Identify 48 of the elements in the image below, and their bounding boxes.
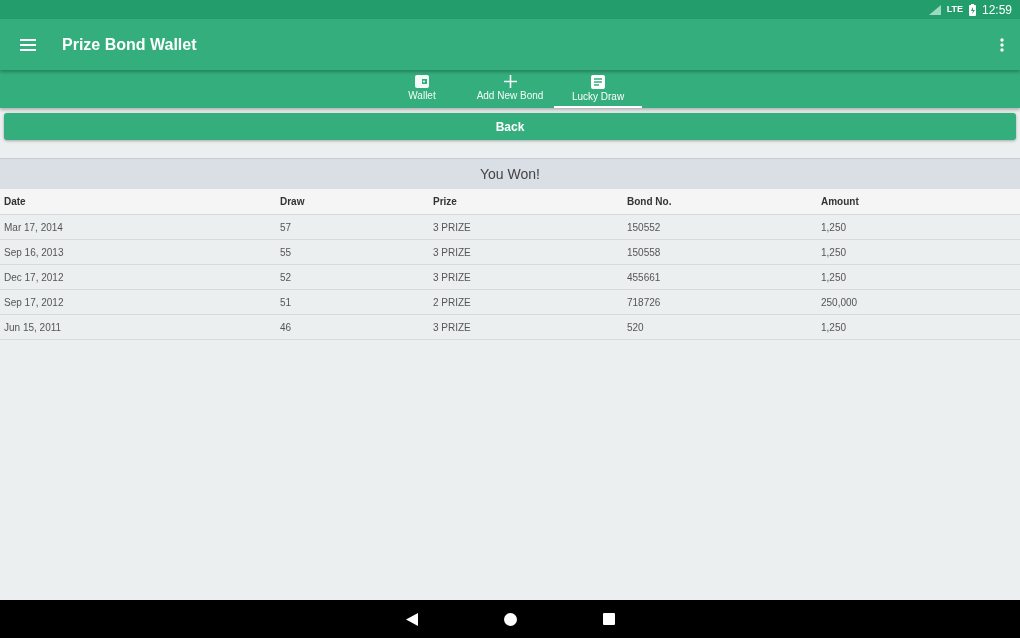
table-cell-text: 52 xyxy=(280,271,293,283)
table-cell-text: 2 PRIZE xyxy=(433,296,472,308)
more-options-icon[interactable] xyxy=(1000,37,1004,52)
table-cell-text: 51 xyxy=(280,296,293,308)
column-header: Prize xyxy=(433,196,458,207)
table-cell-text: 150558 xyxy=(627,246,662,258)
table-cell-text: 150552 xyxy=(627,221,662,233)
home-circle-icon[interactable] xyxy=(503,612,517,626)
table-cell-text: Mar 17, 2014 xyxy=(4,221,64,233)
table-title: You Won! xyxy=(0,158,1020,189)
battery-icon xyxy=(968,3,976,16)
back-button[interactable]: Back xyxy=(4,113,1016,140)
table-cell-text: 3 PRIZE xyxy=(433,321,472,333)
document-icon xyxy=(591,74,605,89)
table-cell-text: 718726 xyxy=(627,296,662,308)
table-cell-text: 46 xyxy=(280,321,293,333)
table-cell-text: 3 PRIZE xyxy=(433,246,472,258)
table-cell-text: 1,250 xyxy=(821,271,848,283)
column-header: Bond No. xyxy=(627,196,673,207)
clock-time: 12:59 xyxy=(981,2,1012,17)
table-cell-text: 3 PRIZE xyxy=(433,221,472,233)
network-type: LTE xyxy=(946,5,963,14)
column-header: Date xyxy=(4,196,27,207)
wallet-icon xyxy=(415,75,429,88)
back-triangle-icon[interactable] xyxy=(405,612,418,626)
table-cell-text: 57 xyxy=(280,221,293,233)
tab[interactable]: Lucky Draw xyxy=(554,70,642,108)
table-cell-text: Sep 17, 2012 xyxy=(4,296,65,308)
column-header: Draw xyxy=(280,196,306,207)
table-cell-text: 55 xyxy=(280,246,293,258)
plus-icon xyxy=(503,75,517,88)
table-cell-text: 3 PRIZE xyxy=(433,271,472,283)
menu-icon[interactable] xyxy=(20,38,36,51)
table-cell-text: 1,250 xyxy=(821,221,848,233)
table-cell-text: Dec 17, 2012 xyxy=(4,271,65,283)
tab[interactable]: Add New Bond xyxy=(466,70,554,108)
table-cell-text: 455661 xyxy=(627,271,662,283)
table-cell-text: 250,000 xyxy=(821,296,859,308)
column-header: Amount xyxy=(821,196,860,207)
table-cell-text: 1,250 xyxy=(821,246,848,258)
signal-icon xyxy=(928,4,941,15)
app-title: Prize Bond Wallet xyxy=(62,35,198,54)
table-cell-text: Jun 15, 2011 xyxy=(4,321,63,333)
recents-square-icon[interactable] xyxy=(602,613,615,625)
tab[interactable]: Wallet xyxy=(378,70,466,108)
table-cell-text: 1,250 xyxy=(821,321,848,333)
table-cell-text: Sep 16, 2013 xyxy=(4,246,65,258)
table-cell-text: 520 xyxy=(627,321,645,333)
